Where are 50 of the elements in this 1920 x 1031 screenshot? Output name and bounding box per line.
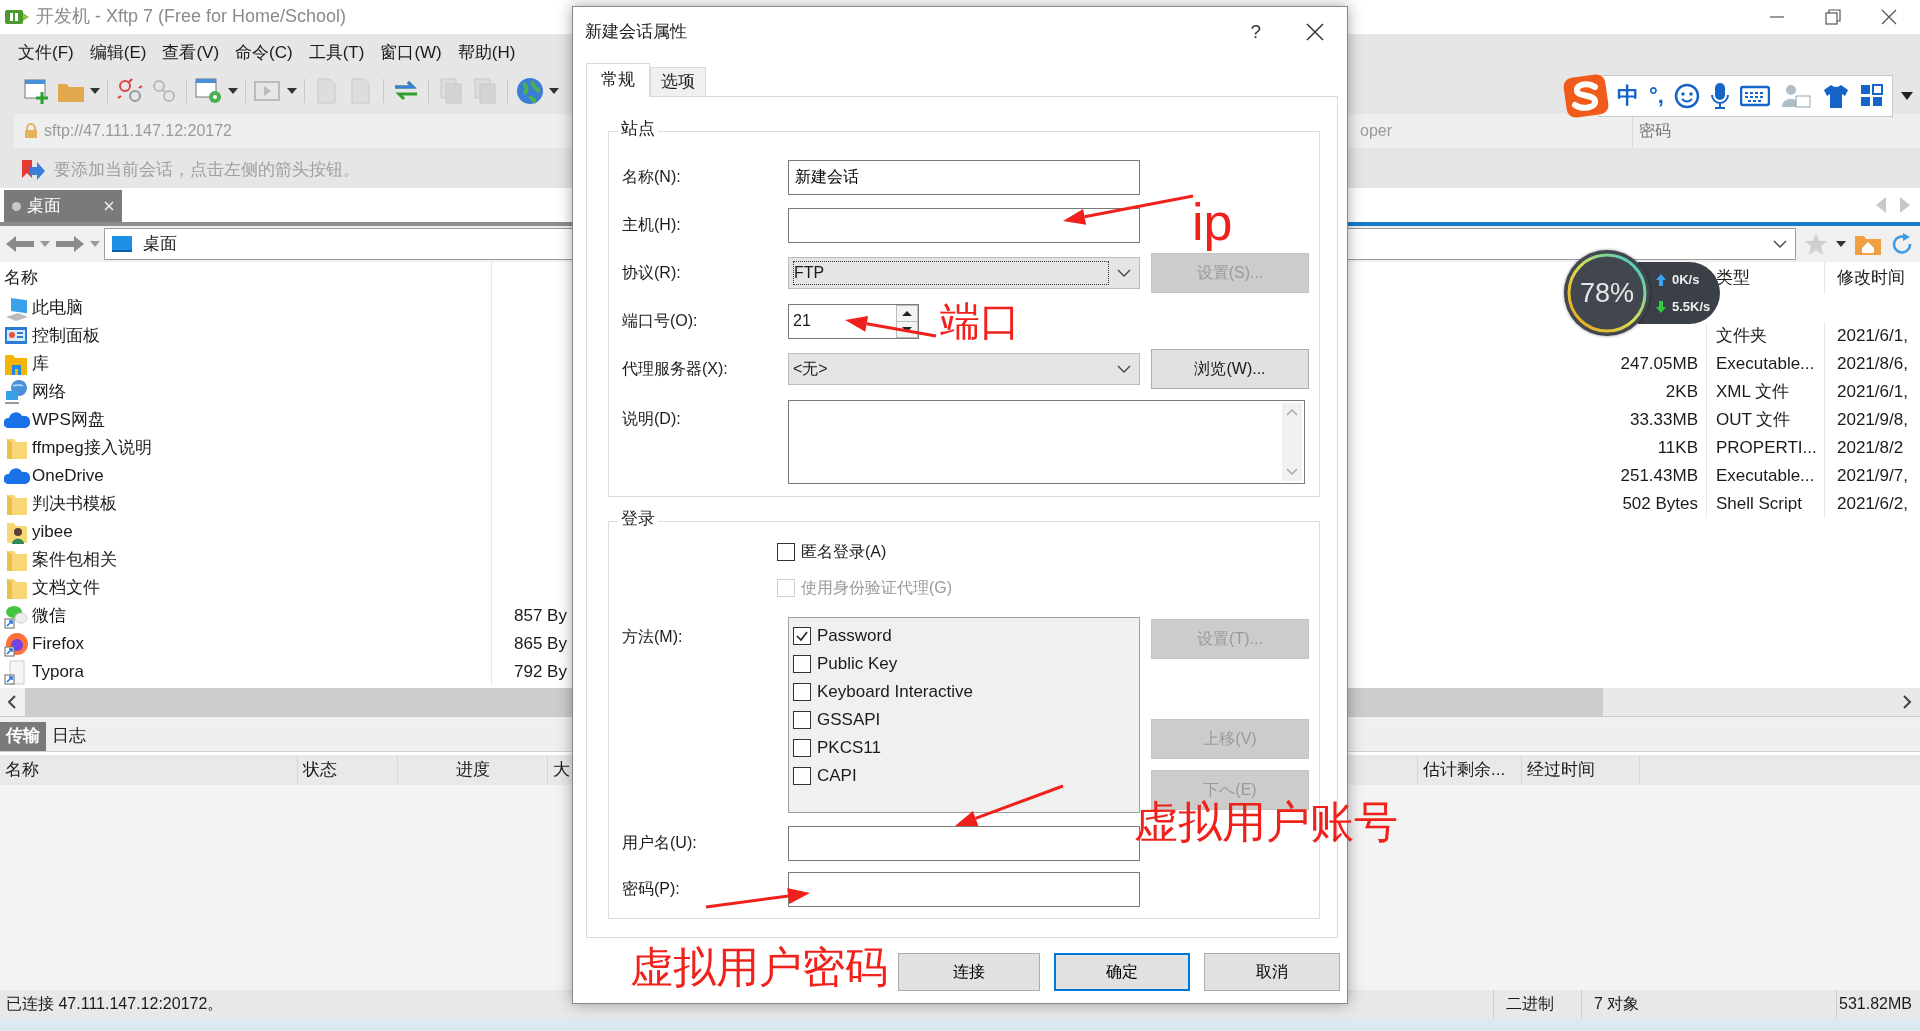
checkbox-label: CAPI — [817, 765, 857, 787]
annotation-text: 虚拟用户密码 — [630, 946, 888, 989]
field-label: 端口号(O): — [622, 311, 699, 331]
field-label: 代理服务器(X): — [622, 359, 729, 379]
checkbox-label: 使用身份验证代理(G) — [801, 578, 953, 598]
modified-date: 2021/8/2 — [1837, 437, 1904, 459]
file-size: 251.43MB — [1620, 465, 1698, 487]
file-size: 865 By — [514, 633, 567, 653]
hint-text: 要添加当前会话，点击左侧的箭头按钮。 — [54, 159, 360, 181]
field-label: 说明(D): — [622, 409, 682, 429]
file-type: Executable... — [1716, 465, 1815, 487]
modified-date: 2021/9/7, — [1837, 465, 1908, 487]
field-label: 密码(P): — [622, 879, 681, 899]
group-title: 站点 — [618, 119, 658, 140]
file-size: 247.05MB — [1620, 353, 1698, 375]
download-speed: 5.5K/s — [1672, 298, 1711, 315]
file-size: 857 By — [514, 605, 567, 625]
checkbox-label: Keyboard Interactive — [817, 681, 973, 703]
checkbox-label: PKCS11 — [817, 737, 881, 759]
file-type: Executable... — [1716, 353, 1815, 375]
field-label: 方法(M): — [622, 627, 684, 647]
modified-date: 2021/6/1, — [1837, 325, 1908, 347]
annotation-text: 端口 — [940, 301, 1020, 341]
modified-date: 2021/9/8, — [1837, 409, 1908, 431]
file-type: Shell Script — [1716, 493, 1802, 515]
file-type: OUT 文件 — [1716, 409, 1791, 431]
modified-date: 2021/6/1, — [1837, 381, 1908, 403]
file-type: XML 文件 — [1716, 381, 1790, 403]
file-size: 792 By — [514, 661, 567, 681]
field-label: 协议(R): — [622, 263, 682, 283]
field-label: 用户名(U): — [622, 833, 698, 853]
field-label: 名称(N): — [622, 167, 682, 187]
upload-speed: 0K/s — [1672, 271, 1700, 288]
cpu-percent: 78% — [1579, 276, 1634, 310]
file-size: 33.33MB — [1629, 409, 1698, 431]
checkbox-label: Password — [817, 625, 892, 647]
file-size: 502 Bytes — [1622, 493, 1698, 515]
window-title: 开发机 - Xftp 7 (Free for Home/School) — [36, 6, 347, 28]
status-text: 已连接 47.111.147.12:20172。 — [6, 994, 224, 1014]
modified-date: 2021/8/6, — [1837, 353, 1908, 375]
file-type: PROPERTI... — [1716, 437, 1817, 459]
checkbox-label: 匿名登录(A) — [801, 542, 887, 562]
checkbox-label: Public Key — [817, 653, 898, 675]
modified-date: 2021/6/2, — [1837, 493, 1908, 515]
file-size: 11KB — [1657, 437, 1698, 459]
checkbox-label: GSSAPI — [817, 709, 881, 731]
group-title: 登录 — [618, 509, 658, 530]
file-size: 2KB — [1665, 381, 1698, 403]
dialog-title: 新建会话属性 — [585, 21, 687, 43]
file-type: 文件夹 — [1716, 325, 1767, 347]
